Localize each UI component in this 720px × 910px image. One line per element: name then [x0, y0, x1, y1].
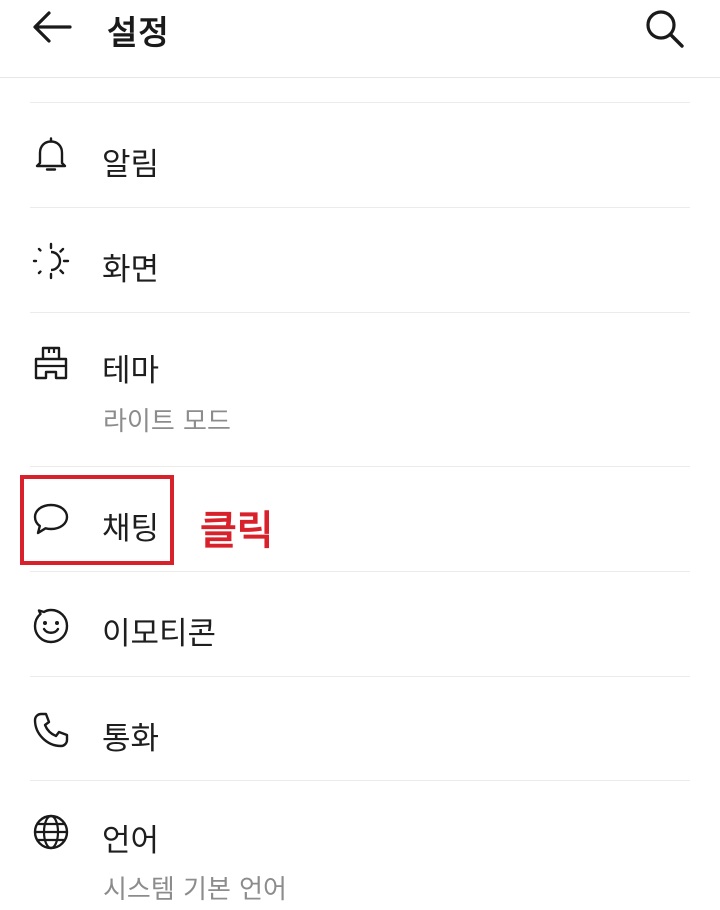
settings-item-label: 테마	[102, 353, 160, 389]
smiley-icon	[33, 608, 69, 644]
highlight-box	[20, 475, 174, 565]
settings-item-label: 화면	[102, 252, 160, 288]
settings-item-call[interactable]: 통화	[0, 677, 720, 780]
settings-item-label: 언어	[102, 823, 160, 859]
back-button[interactable]	[32, 10, 72, 44]
arrow-left-icon	[33, 11, 72, 43]
brightness-icon	[32, 242, 70, 280]
globe-icon	[33, 814, 69, 850]
phone-icon	[33, 712, 69, 748]
settings-item-theme[interactable]: 테마 라이트 모드	[0, 313, 720, 466]
bell-icon	[35, 137, 67, 171]
settings-item-language[interactable]: 언어 시스템 기본 언어	[0, 781, 720, 910]
search-icon	[646, 10, 684, 48]
settings-item-label: 알림	[102, 147, 160, 183]
settings-item-label: 통화	[102, 721, 160, 757]
paint-brush-icon	[34, 346, 68, 380]
click-annotation: 클릭	[200, 508, 274, 554]
search-button[interactable]	[643, 7, 685, 49]
settings-item-label: 이모티콘	[102, 616, 217, 652]
settings-item-emoticon[interactable]: 이모티콘	[0, 572, 720, 676]
settings-item-subtitle: 시스템 기본 언어	[103, 875, 287, 905]
settings-item-display[interactable]: 화면	[0, 208, 720, 312]
page-title: 설정	[107, 13, 170, 52]
settings-item-notifications[interactable]: 알림	[0, 103, 720, 207]
app-header: 설정	[0, 0, 720, 78]
settings-item-subtitle: 라이트 모드	[103, 407, 231, 437]
